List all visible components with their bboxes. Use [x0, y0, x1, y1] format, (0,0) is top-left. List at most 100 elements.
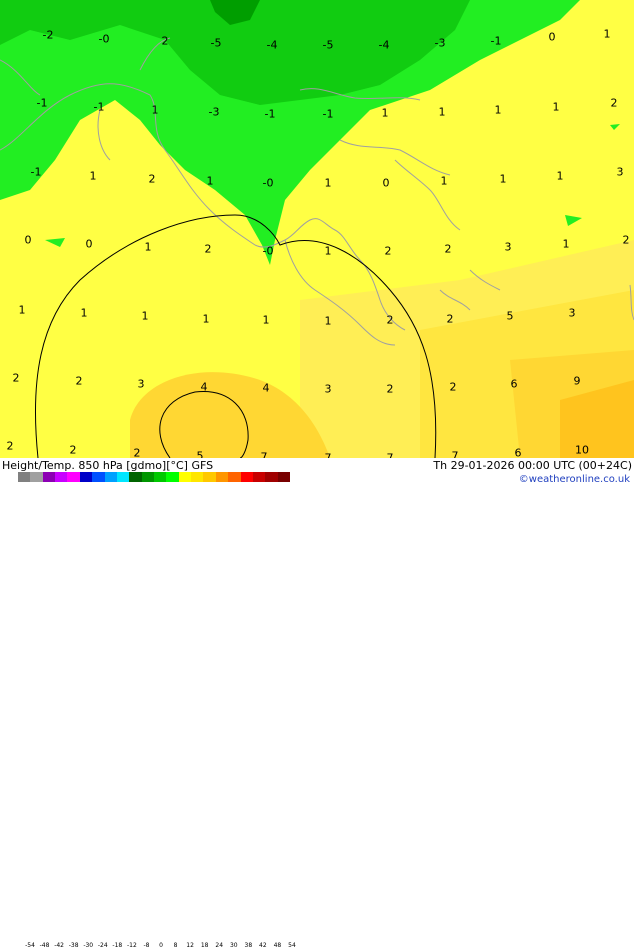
scale-tick-label: 12: [186, 942, 194, 949]
temp-label: 4: [200, 380, 208, 394]
temp-label: -1: [264, 107, 276, 121]
scale-swatch: [42, 472, 56, 482]
map-area: -2 -0 2 -5 -4 -5 -4 -3 -1 0 1 -1 -1 1 -3 -1 -1 1 1 1 1 2 -1 1 2 1…: [0, 0, 634, 458]
temp-label: -4: [378, 38, 390, 52]
temp-label: 1: [202, 312, 210, 326]
temp-label: 9: [573, 374, 581, 388]
scale-swatch: [55, 472, 68, 482]
scale-swatch: [265, 472, 279, 482]
temp-label: 1: [18, 303, 26, 317]
scale-tick-label: 38: [244, 942, 253, 949]
temp-label: -1: [322, 107, 334, 121]
temp-label: 1: [438, 105, 446, 119]
temp-label: 2: [75, 374, 83, 388]
scale-tick-label: -8: [143, 942, 150, 949]
scale-swatch: [240, 472, 254, 482]
temp-label: 1: [324, 314, 332, 328]
temp-label: 1: [262, 313, 270, 327]
scale-swatch: [104, 472, 118, 482]
temp-label: 3: [504, 240, 512, 254]
scale-swatch: [252, 472, 266, 482]
temp-label: -0: [262, 244, 274, 258]
scale-swatch: [18, 472, 31, 482]
temp-label: -1: [490, 34, 502, 48]
scale-tick-label: 0: [159, 942, 163, 949]
scale-swatch: [116, 472, 130, 482]
temp-label: 7: [451, 449, 459, 459]
temp-label: -3: [208, 105, 220, 119]
scale-swatch: [154, 472, 167, 482]
forecast-datetime: Th 29-01-2026 00:00 UTC (00+24C): [433, 459, 632, 472]
temp-label: 2: [6, 439, 14, 453]
temp-label: 6: [510, 377, 518, 391]
temp-label: -0: [98, 32, 110, 46]
temp-label: 2: [384, 244, 392, 258]
scale-swatch: [228, 472, 242, 482]
scale-tick-label: -24: [97, 942, 108, 949]
scale-tick-label: -12: [126, 942, 137, 949]
scale-swatch: [215, 472, 229, 482]
temp-label: 1: [206, 174, 214, 188]
temperature-map: [0, 0, 634, 458]
scale-swatch: [178, 472, 192, 482]
temp-label: 3: [137, 377, 145, 391]
temp-label: -4: [266, 38, 278, 52]
temp-label: 2: [12, 371, 20, 385]
temp-label: 2: [204, 242, 212, 256]
temp-label: -5: [322, 38, 334, 52]
temp-label: 0: [24, 233, 32, 247]
scale-tick-label: -18: [112, 942, 123, 949]
temp-label: 3: [616, 165, 624, 179]
temp-label: -1: [36, 96, 48, 110]
temp-label: -3: [434, 36, 446, 50]
temp-label: 1: [556, 169, 564, 183]
temp-label: 2: [444, 242, 452, 256]
temp-label: 5: [506, 309, 514, 323]
scale-tick-label: 30: [229, 942, 238, 949]
temp-label: 2: [386, 382, 394, 396]
temp-label: 2: [610, 96, 618, 110]
scale-tick-label: -48: [39, 942, 50, 949]
temp-label: -0: [262, 176, 274, 190]
scale-swatch: [166, 472, 180, 482]
scale-tick-label: -38: [68, 942, 79, 949]
scale-tick-label: 18: [200, 942, 209, 949]
temp-label: 1: [603, 27, 611, 41]
scale-tick-label: 8: [173, 942, 178, 949]
scale-tick-label: 54: [288, 942, 296, 949]
temp-label: 1: [89, 169, 97, 183]
temp-label: 2: [449, 380, 457, 394]
temp-label: -1: [93, 100, 105, 114]
temp-label: 1: [381, 106, 389, 120]
temp-label: 1: [141, 309, 149, 323]
temp-label: 0: [382, 176, 390, 190]
scale-tick-label: 48: [273, 942, 282, 949]
temp-label: 1: [80, 306, 88, 320]
temp-label: 1: [324, 244, 332, 258]
temp-label: -1: [30, 165, 42, 179]
credit-link[interactable]: ©weatheronline.co.uk: [519, 474, 630, 485]
temp-label: 4: [262, 381, 270, 395]
temp-label: 2: [622, 233, 630, 247]
temp-label: 1: [324, 176, 332, 190]
scale-tick-label: -30: [83, 942, 94, 949]
temp-label: 2: [446, 312, 454, 326]
temp-label: 1: [552, 100, 560, 114]
temp-label: -5: [210, 36, 222, 50]
scale-tick-label: 24: [215, 942, 224, 949]
scale-swatch: [30, 472, 44, 482]
scale-swatch: [92, 472, 106, 482]
scale-swatch: [141, 472, 155, 482]
temp-label: 5: [196, 449, 204, 459]
temp-label: 2: [69, 443, 77, 457]
scale-tick-label: -54: [25, 942, 35, 949]
scale-tick-label: 42: [259, 942, 267, 949]
scale-swatch: [277, 472, 291, 482]
temp-label: 2: [133, 446, 141, 459]
scale-swatch: [67, 472, 81, 482]
temp-label: -2: [42, 28, 54, 42]
temp-label: 3: [568, 306, 576, 320]
temp-label: 1: [562, 237, 570, 251]
temp-label: 1: [144, 240, 152, 254]
temp-label: 3: [324, 382, 332, 396]
